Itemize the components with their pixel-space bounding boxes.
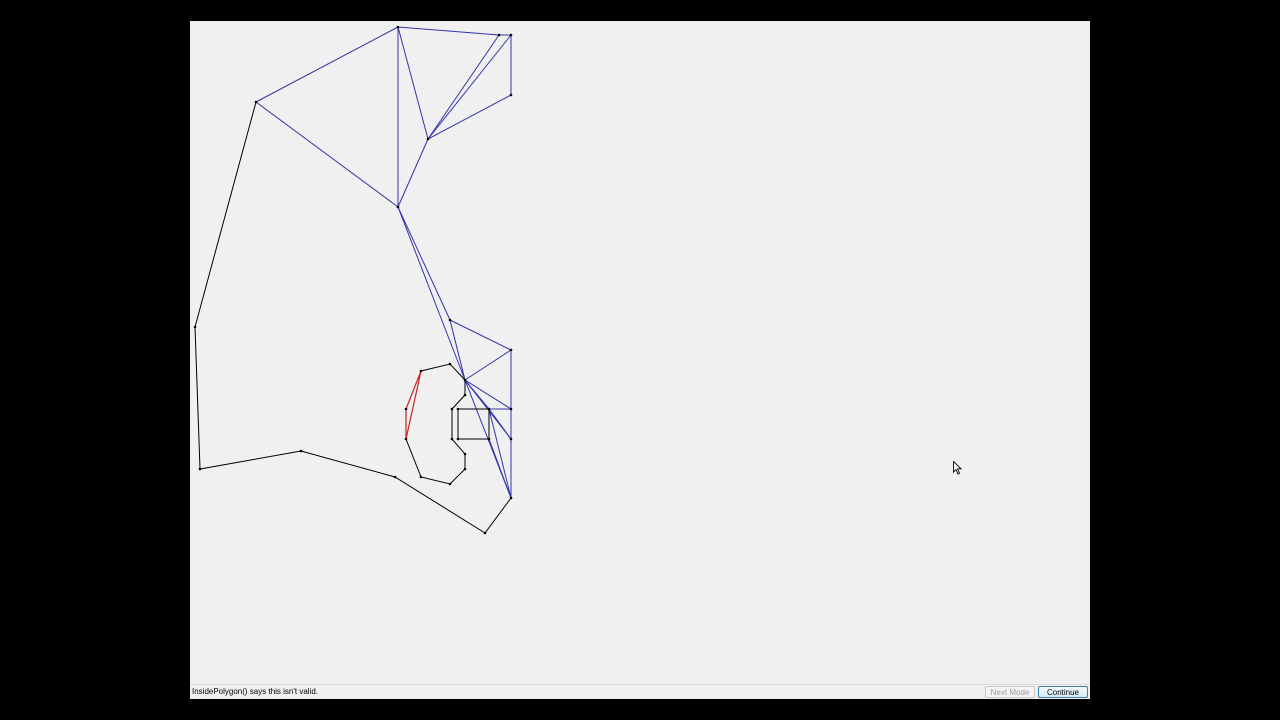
polygon-drawing <box>193 25 513 535</box>
polygon-boundary-edge <box>194 101 512 534</box>
triangulation-edges <box>255 26 512 499</box>
mouse-cursor-icon <box>953 461 963 475</box>
status-bar: InsidePolygon() says this isn't valid. N… <box>190 684 1090 699</box>
drawing-canvas[interactable] <box>190 21 1090 684</box>
status-message: InsidePolygon() says this isn't valid. <box>192 687 319 696</box>
app-window: InsidePolygon() says this isn't valid. N… <box>190 21 1090 699</box>
continue-button[interactable]: Continue <box>1038 686 1088 698</box>
next-mode-button[interactable]: Next Mode <box>985 686 1035 698</box>
invalid-edges <box>405 370 422 440</box>
